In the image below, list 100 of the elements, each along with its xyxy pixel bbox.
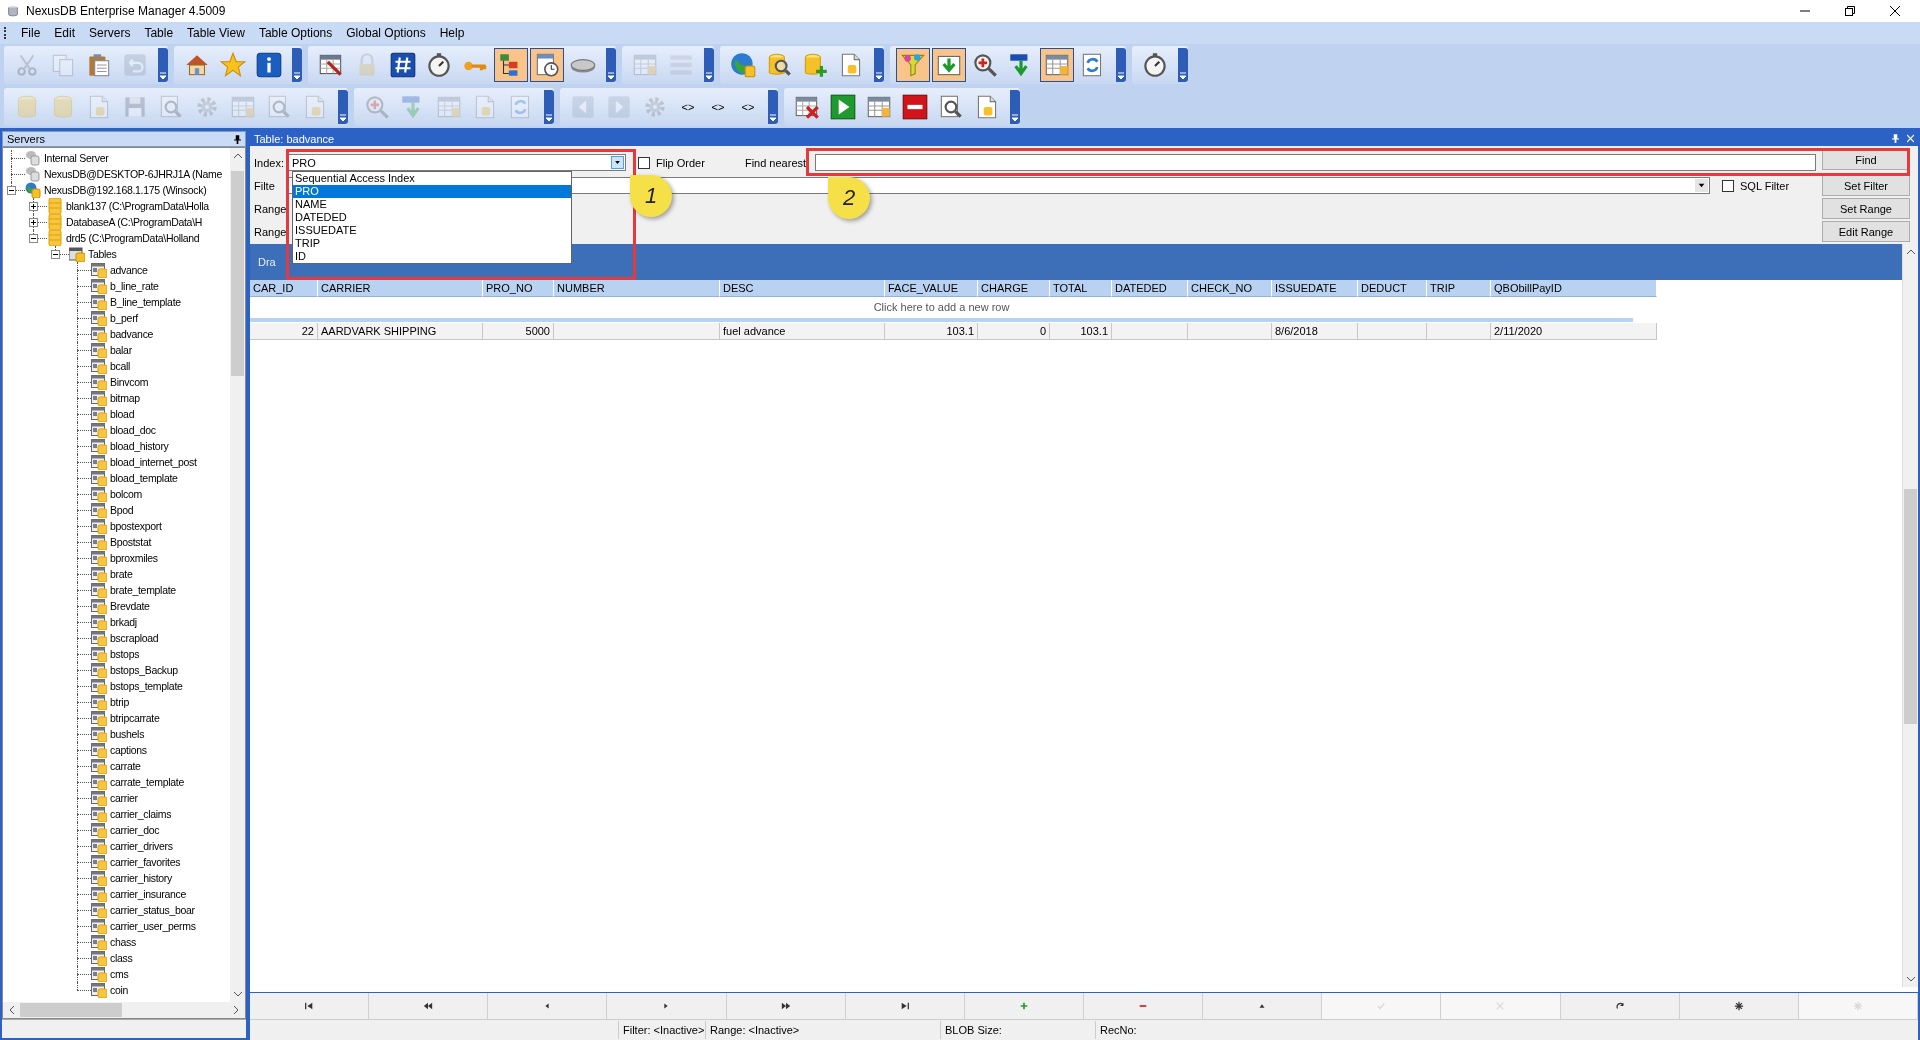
menu-item[interactable]: Table Options — [251, 26, 340, 40]
chevron-down-icon[interactable] — [1906, 977, 1915, 982]
checkbox-label[interactable]: Flip Order — [656, 156, 705, 169]
overflow-chevron-icon[interactable] — [544, 90, 554, 124]
tree-item[interactable]: b_line_rate — [110, 280, 159, 292]
toolbar-button[interactable]: <> — [704, 100, 732, 114]
tree-item[interactable]: Binvcom — [110, 376, 149, 388]
calendar-clock-icon[interactable] — [530, 48, 564, 82]
expander-box[interactable] — [51, 250, 60, 259]
new-row-hint[interactable]: Click here to add a new row — [873, 300, 1010, 313]
tree-item[interactable]: bstops_Backup — [110, 664, 178, 676]
overflow-chevron-icon[interactable] — [768, 90, 778, 124]
tree-item[interactable]: carrier_status_boar — [110, 904, 195, 916]
checkbox[interactable] — [1722, 179, 1734, 192]
tree-item[interactable]: bload_internet_post — [110, 456, 197, 468]
menu-item[interactable]: Servers — [82, 26, 138, 40]
dropdown-option[interactable]: PRO — [293, 185, 571, 198]
tree-item[interactable]: b_perf — [110, 312, 138, 324]
tree-item[interactable]: blank137 (C:\ProgramData\Holla — [66, 200, 209, 212]
expander-box[interactable] — [29, 218, 38, 227]
chevron-up-icon[interactable] — [1906, 249, 1915, 254]
tree-item[interactable]: bstops_template — [110, 680, 183, 692]
tree-item[interactable]: class — [110, 952, 133, 964]
dropdown-option[interactable]: Sequential Access Index — [293, 172, 571, 185]
tree-icon[interactable] — [494, 48, 528, 82]
tree-item[interactable]: btripcarrate — [110, 712, 160, 724]
find-nearest-field[interactable] — [815, 154, 1816, 171]
tree-item[interactable]: bpostexport — [110, 520, 162, 532]
column-header[interactable]: CAR_ID — [250, 280, 318, 297]
vertical-scrollbar[interactable] — [1902, 244, 1918, 987]
dropdown-option[interactable]: TRIP — [293, 237, 571, 250]
checkbox[interactable] — [638, 156, 650, 169]
tree-item[interactable]: Internal Server — [44, 152, 109, 164]
tree-item[interactable]: bload_doc — [110, 424, 156, 436]
dropdown-option[interactable]: NAME — [293, 198, 571, 211]
checkbox-label[interactable]: SQL Filter — [1740, 179, 1810, 192]
dropdown-option[interactable]: ID — [293, 250, 571, 263]
chevron-left-icon[interactable] — [9, 1006, 14, 1014]
column-header[interactable]: ISSUEDATE — [1272, 280, 1358, 297]
scroll-thumb[interactable] — [1904, 489, 1917, 724]
action-button[interactable]: Edit Range — [1822, 221, 1910, 242]
pin-icon[interactable] — [234, 134, 241, 144]
dropdown-option[interactable]: DATEDED — [293, 211, 571, 224]
overflow-chevron-icon[interactable] — [1010, 90, 1020, 124]
column-header[interactable]: TOTAL — [1050, 280, 1112, 297]
column-header[interactable]: DATEDED — [1112, 280, 1188, 297]
tree-item[interactable]: carrier — [110, 792, 138, 804]
tree-item[interactable]: brate — [110, 568, 133, 580]
overflow-chevron-icon[interactable] — [704, 48, 714, 82]
action-button[interactable]: Set Filter — [1822, 175, 1910, 196]
menu-item[interactable]: Table — [137, 26, 181, 40]
tree-item[interactable]: carrier_favorites — [110, 856, 181, 868]
vertical-scrollbar[interactable] — [230, 148, 245, 1002]
tree-item[interactable]: balar — [110, 344, 132, 356]
column-header[interactable]: QBObillPayID — [1491, 280, 1657, 297]
tree-item[interactable]: chass — [110, 936, 136, 948]
tree-item[interactable]: carrier_user_perms — [110, 920, 196, 932]
overflow-chevron-icon[interactable] — [158, 48, 168, 82]
tree-item[interactable]: bstops — [110, 648, 140, 660]
tree-item[interactable]: carrate_template — [110, 776, 184, 788]
tree-item[interactable]: bushels — [110, 728, 145, 740]
tree-item[interactable]: carrate — [110, 760, 141, 772]
expander-box[interactable] — [29, 234, 38, 243]
tree-item[interactable]: B_line_template — [110, 296, 181, 308]
tree-item[interactable]: carrier_history — [110, 872, 173, 884]
menu-item[interactable]: Table View — [180, 26, 252, 40]
horizontal-scrollbar[interactable] — [2, 1002, 246, 1019]
overflow-chevron-icon[interactable] — [606, 48, 616, 82]
close-icon[interactable] — [1890, 6, 1900, 16]
tree-item[interactable]: advance — [110, 264, 148, 276]
column-header[interactable]: CARRIER — [318, 280, 483, 297]
tree-item[interactable]: Tables — [88, 248, 117, 260]
scroll-thumb[interactable] — [20, 1003, 122, 1017]
restore-icon[interactable] — [1845, 6, 1855, 16]
toolbar-button[interactable]: <> — [674, 100, 702, 114]
column-header[interactable]: TRIP — [1427, 280, 1491, 297]
tree-item[interactable]: Bpod — [110, 504, 134, 516]
tree-item[interactable]: brate_template — [110, 584, 176, 596]
tree-item[interactable]: bolcom — [110, 488, 143, 500]
column-header[interactable]: DESC — [720, 280, 885, 297]
tree-item[interactable]: cms — [110, 968, 129, 980]
chevron-right-icon[interactable] — [234, 1006, 239, 1014]
tree-item[interactable]: brkadj — [110, 616, 137, 628]
column-header[interactable]: CHECK_NO — [1188, 280, 1272, 297]
tree-item[interactable]: DatabaseA (C:\ProgramData\H — [66, 216, 203, 228]
scroll-thumb[interactable] — [231, 171, 244, 376]
tree-item[interactable]: carrier_doc — [110, 824, 160, 836]
tree-item[interactable]: NexusDB@192.168.1.175 (Winsock) — [44, 184, 207, 196]
overflow-chevron-icon[interactable] — [1178, 48, 1188, 82]
tree-item[interactable]: captions — [110, 744, 147, 756]
tree-item[interactable]: carrier_drivers — [110, 840, 173, 852]
tree-item[interactable]: bproxmiles — [110, 552, 158, 564]
column-header[interactable]: PRO_NO — [483, 280, 554, 297]
tree-item[interactable]: bitmap — [110, 392, 140, 404]
tree-item[interactable]: bscrapload — [110, 632, 159, 644]
chevron-up-icon[interactable] — [233, 153, 242, 158]
tree-item[interactable]: NexusDB@DESKTOP-6JHRJ1A (Name — [44, 168, 222, 180]
tree-item[interactable]: coin — [110, 984, 129, 996]
tree-item[interactable]: bload_template — [110, 472, 178, 484]
funnel-icon[interactable] — [896, 48, 930, 82]
